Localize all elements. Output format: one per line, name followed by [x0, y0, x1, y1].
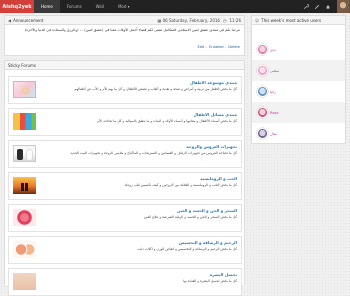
user-name[interactable]: ندى	[270, 48, 276, 52]
clock-icon: ◷	[222, 18, 227, 23]
announcement-date: ▦ 06 Saturday, February, 2016 ◷ 11:26	[158, 16, 241, 25]
nav-home[interactable]: Home	[34, 0, 60, 13]
nav-forums[interactable]: Forums	[60, 0, 89, 13]
edit-link[interactable]: Edit	[198, 45, 205, 49]
users-icon: ☺	[255, 17, 260, 23]
user-name[interactable]: Rosa	[270, 111, 279, 115]
user-avatar[interactable]	[257, 44, 268, 55]
nav-right-group	[300, 0, 350, 13]
pencil-icon[interactable]	[311, 0, 322, 13]
bullhorn-icon: ◀	[8, 17, 12, 23]
announcement-body: مرحبا بكم في منتدى عشق اتنين الاسلامي ال…	[24, 28, 240, 32]
user-row[interactable]: ندى	[252, 39, 345, 60]
grapefruit-photo	[13, 241, 36, 258]
sticky-forums-header: Sticky Forums	[5, 61, 244, 70]
active-users-header: ☺ This week's most active users	[252, 16, 345, 25]
user-avatar[interactable]	[337, 0, 350, 13]
forum-description: كل ما يخص السحر و الجن و الحسد و الرقية …	[143, 214, 237, 219]
top-navbar: Aishq2yek Home Forums Wall Mod ▾	[0, 0, 350, 13]
nav-mod-dropdown[interactable]: Mod ▾	[111, 0, 137, 13]
user-avatar[interactable]	[257, 128, 268, 139]
forum-row[interactable]: منتدى موسوعة الاطفال كل ما يخص الطفل من …	[8, 76, 242, 104]
forum-title[interactable]: منتدى موسوعة الاطفال	[37, 80, 237, 85]
brand-logo[interactable]: Aishq2yek	[0, 0, 34, 13]
user-row[interactable]: Rosa	[252, 102, 345, 123]
forum-title[interactable]: الرجيم و الرشاقة و التخسيس	[37, 240, 237, 245]
wrench-icon[interactable]	[300, 0, 311, 13]
face-photo	[13, 273, 36, 290]
user-avatar[interactable]	[257, 86, 268, 97]
announcement-actions: Edit - Enabled - Delete	[197, 45, 241, 49]
nav-wall[interactable]: Wall	[89, 0, 111, 13]
active-users-title: This week's most active users	[261, 17, 322, 23]
forum-description: كل ما يخص الطفل من تربية و أمراض و صحة و…	[74, 86, 237, 91]
date-text: 06 Saturday, February, 2016	[162, 18, 220, 23]
forum-row[interactable]: السحر و الجن و الحسد و العين كل ما يخص ا…	[8, 204, 242, 232]
user-avatar[interactable]	[257, 107, 268, 118]
delete-link[interactable]: Delete	[228, 45, 240, 49]
announcement-title: Announcement	[13, 17, 44, 23]
forum-description: كل ما يخص أسماء الأطفال و معانيها و أسما…	[97, 118, 237, 123]
enabled-link[interactable]: Enabled	[209, 45, 224, 49]
user-name[interactable]: منال	[270, 132, 277, 136]
rose-photo	[13, 209, 36, 226]
user-name[interactable]: سلمى	[270, 69, 279, 73]
forum-description: كل ما تحتاجه العروس من تجهيزات الزفاف و …	[70, 150, 237, 155]
user-row[interactable]: منال	[252, 123, 345, 144]
active-users-panel: ☺ This week's most active users ندى سلمى…	[251, 15, 346, 144]
sunset-photo	[13, 177, 36, 194]
forum-description: كل ما يخص الرجيم و الرشاقة و التخسيس و ا…	[137, 246, 237, 251]
forum-title[interactable]: تجميل البشرة	[37, 272, 237, 277]
time-text: 11:26	[229, 18, 241, 23]
forum-title[interactable]: السحر و الجن و الحسد و العين	[37, 208, 237, 213]
forum-row[interactable]: تجميل البشرة كل ما يخص تجميل البشرة و ال…	[8, 268, 242, 296]
announcement-panel: ◀ Announcement ▦ 06 Saturday, February, …	[4, 15, 245, 56]
kids-photo	[13, 113, 36, 130]
user-name[interactable]: رانيا	[270, 90, 276, 94]
sticky-forums-panel: Sticky Forums منتدى موسوعة الاطفال كل ما…	[4, 60, 245, 296]
forum-row[interactable]: الرجيم و الرشاقة و التخسيس كل ما يخص الر…	[8, 236, 242, 264]
forum-description: كل ما يخص الحب و الرومانسية و العلاقة بي…	[124, 182, 237, 187]
forum-description: كل ما يخص تجميل البشرة و العناية بها	[183, 278, 237, 283]
forum-title[interactable]: منتدى مسائل الاطفال	[37, 112, 237, 117]
user-row[interactable]: سلمى	[252, 60, 345, 81]
forum-title[interactable]: الحب و الرومانسية	[37, 176, 237, 181]
bride-photo	[13, 145, 36, 162]
baby-photo	[13, 81, 36, 98]
user-avatar[interactable]	[257, 65, 268, 76]
forum-row[interactable]: منتدى مسائل الاطفال كل ما يخص أسماء الأط…	[8, 108, 242, 136]
forum-row[interactable]: الحب و الرومانسية كل ما يخص الحب و الروم…	[8, 172, 242, 200]
bell-icon[interactable]	[322, 0, 333, 13]
user-row[interactable]: رانيا	[252, 81, 345, 102]
forum-title[interactable]: تجهيزات العروس والزوجة	[37, 144, 237, 149]
forum-row[interactable]: تجهيزات العروس والزوجة كل ما تحتاجه العر…	[8, 140, 242, 168]
sticky-forums-title: Sticky Forums	[8, 62, 36, 68]
